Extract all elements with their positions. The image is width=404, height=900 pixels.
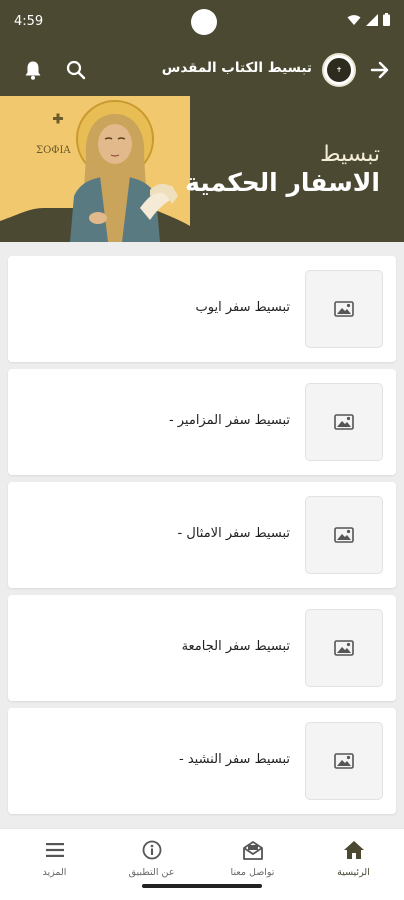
card-thumbnail — [305, 609, 383, 687]
bottom-navigation: الرئيسية تواصل معنا عن التطبيق المزيد — [0, 828, 404, 900]
home-icon — [343, 841, 364, 859]
status-icons — [347, 13, 390, 26]
app-logo: ✝ — [322, 53, 356, 87]
battery-icon — [383, 13, 390, 26]
banner-icon-caption: ΣΟΦΙΑ — [36, 145, 71, 156]
nav-home-label: الرئيسية — [337, 867, 370, 878]
status-bar: 4:59 — [0, 0, 404, 44]
image-placeholder-icon — [334, 640, 354, 656]
card-thumbnail — [305, 383, 383, 461]
card-thumbnail — [305, 270, 383, 348]
image-placeholder-icon — [334, 414, 354, 430]
mail-open-icon — [242, 841, 263, 860]
back-button[interactable] — [368, 58, 392, 82]
list-item-label: تبسيط سفر الجامعة — [181, 639, 290, 654]
list-item-label: تبسيط سفر ايوب — [195, 300, 291, 315]
banner-title: الاسفار الحكمية — [185, 168, 380, 197]
nav-more-label: المزيد — [42, 867, 67, 878]
nav-about-label: عن التطبيق — [128, 867, 175, 878]
list-item-label: تبسيط سفر الامثال - — [177, 526, 290, 541]
nav-home[interactable]: الرئيسية — [303, 839, 404, 878]
image-placeholder-icon — [334, 527, 354, 543]
nav-more[interactable]: المزيد — [4, 839, 105, 878]
status-time: 4:59 — [14, 14, 44, 29]
home-indicator[interactable] — [142, 884, 262, 888]
arrow-right-icon — [370, 61, 389, 79]
menu-icon — [45, 843, 64, 857]
logo-emblem: ✝ — [327, 58, 351, 82]
nav-contact-label: تواصل معنا — [230, 867, 275, 878]
camera-cutout — [191, 9, 217, 35]
card-thumbnail — [305, 496, 383, 574]
search-icon — [66, 60, 86, 80]
image-placeholder-icon — [334, 753, 354, 769]
app-header: ✝ تبسيط الكتاب المقدس — [0, 44, 404, 96]
search-button[interactable] — [64, 58, 88, 82]
list-item[interactable]: تبسيط سفر النشيد - — [8, 708, 396, 814]
bell-icon — [25, 61, 41, 80]
nav-contact[interactable]: تواصل معنا — [202, 839, 303, 878]
list-item[interactable]: تبسيط سفر المزامير - — [8, 369, 396, 475]
card-thumbnail — [305, 722, 383, 800]
list-item[interactable]: تبسيط سفر الامثال - — [8, 482, 396, 588]
sophia-icon-illustration: ΣΟΦΙΑ — [0, 96, 190, 242]
list-item[interactable]: تبسيط سفر ايوب — [8, 256, 396, 362]
banner-subtitle: تبسيط — [320, 142, 380, 167]
info-icon — [142, 840, 161, 860]
image-placeholder-icon — [334, 301, 354, 317]
signal-icon — [366, 13, 378, 26]
app-title: تبسيط الكتاب المقدس — [161, 60, 312, 76]
nav-about[interactable]: عن التطبيق — [101, 839, 202, 878]
notifications-button[interactable] — [21, 58, 45, 82]
list-item-label: تبسيط سفر النشيد - — [179, 752, 290, 767]
list-item-label: تبسيط سفر المزامير - — [168, 413, 290, 428]
category-banner: ΣΟΦΙΑ تبسيط الاسفار الحكمية — [0, 96, 404, 242]
wifi-icon — [347, 14, 361, 25]
list-item[interactable]: تبسيط سفر الجامعة — [8, 595, 396, 701]
